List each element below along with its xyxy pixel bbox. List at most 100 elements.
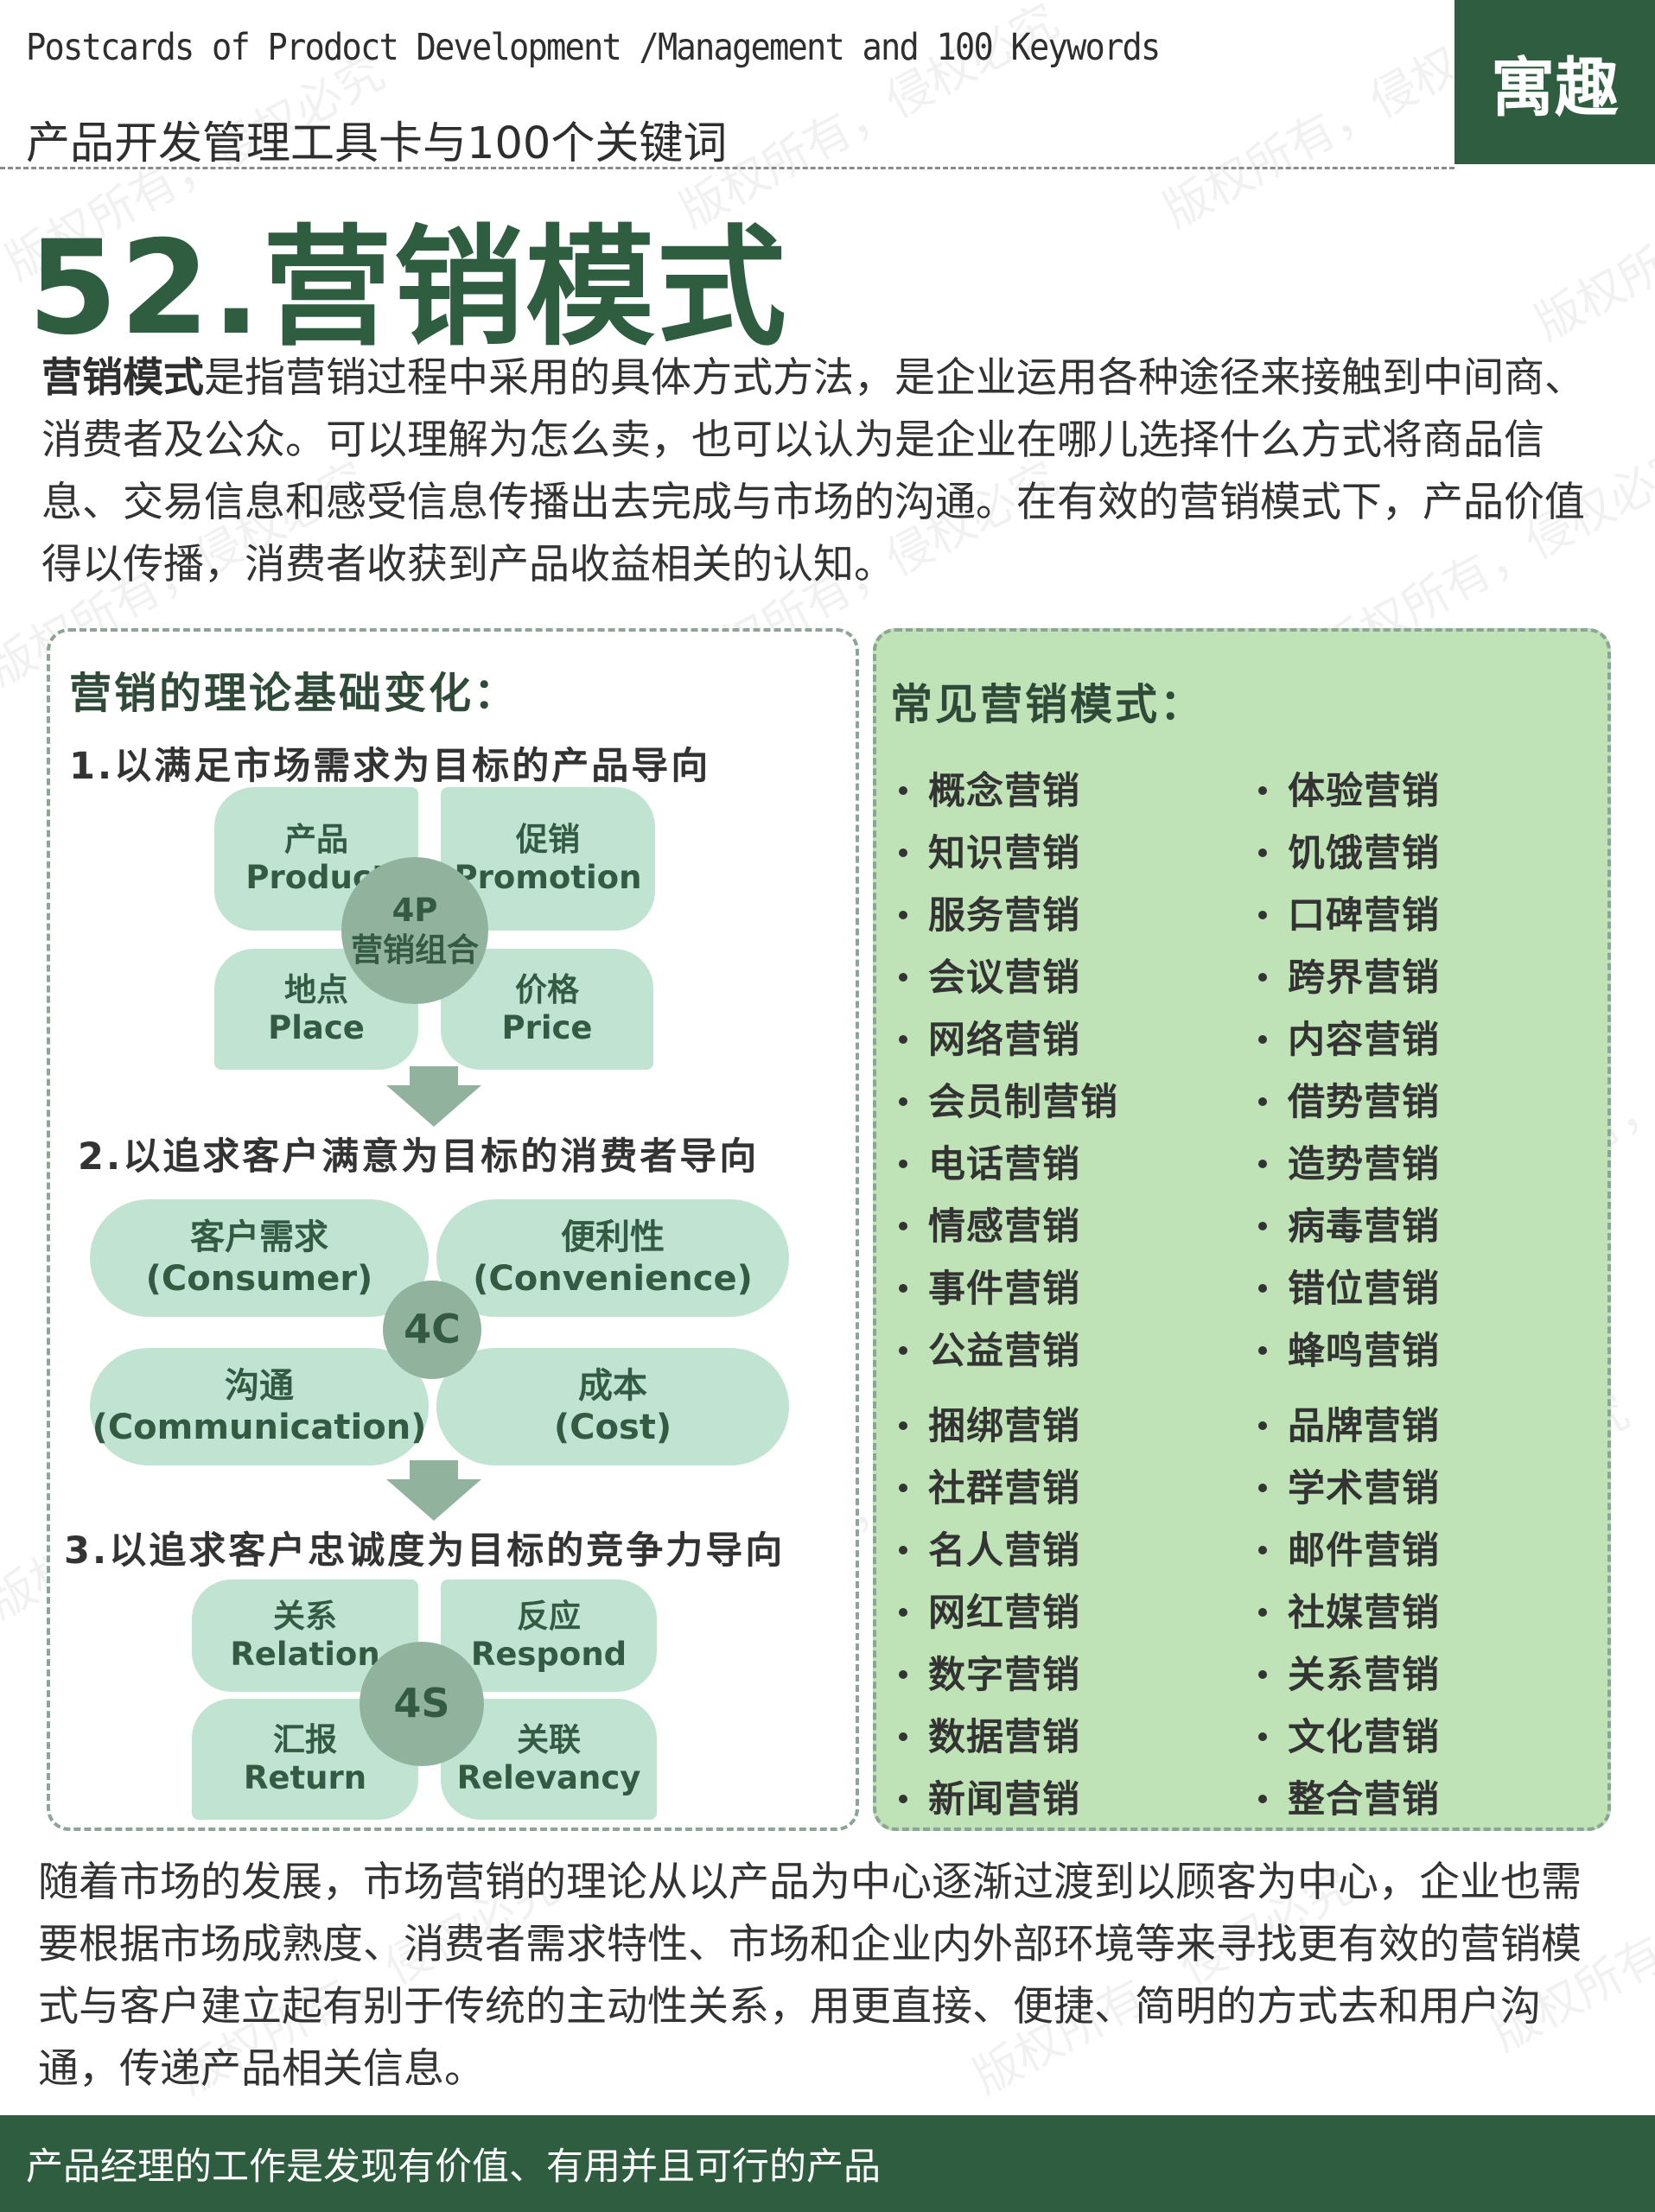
circle-label: 4C xyxy=(404,1306,461,1353)
marketing-mode-label: 病毒营销 xyxy=(1288,1205,1440,1249)
marketing-mode-label: 服务营销 xyxy=(928,894,1080,938)
bullet-icon xyxy=(1258,1221,1267,1230)
petal-label-cn: 沟通 xyxy=(225,1366,294,1406)
circle-label: 4P xyxy=(391,891,438,929)
page-title: 52.营销模式 xyxy=(28,213,788,364)
marketing-mode-item: 情感营销 xyxy=(899,1197,1080,1250)
footer-banner: 产品经理的工作是发现有价值、有用并且可行的产品 xyxy=(0,2115,1655,2212)
marketing-mode-label: 公益营销 xyxy=(928,1330,1080,1373)
petal-label-en: Place xyxy=(268,1009,365,1046)
bullet-icon xyxy=(899,1607,907,1617)
footer-slogan: 产品经理的工作是发现有价值、有用并且可行的产品 xyxy=(26,2145,881,2189)
bullet-icon xyxy=(899,1732,907,1741)
circle-sublabel: 营销组合 xyxy=(351,931,479,969)
4c-center-circle: 4C xyxy=(383,1281,481,1379)
petal-label-cn: 地点 xyxy=(284,970,348,1008)
marketing-mode-label: 借势营销 xyxy=(1288,1081,1440,1124)
marketing-mode-item: 跨界营销 xyxy=(1258,948,1440,1001)
marketing-mode-item: 饥饿营销 xyxy=(1258,823,1440,877)
marketing-mode-item: 借势营销 xyxy=(1258,1072,1440,1126)
marketing-mode-item: 概念营销 xyxy=(899,761,1080,815)
bullet-icon xyxy=(1258,1545,1267,1554)
marketing-mode-label: 整合营销 xyxy=(1288,1778,1440,1821)
marketing-mode-item: 公益营销 xyxy=(899,1321,1080,1375)
marketing-mode-item: 知识营销 xyxy=(899,823,1080,877)
marketing-mode-label: 捆绑营销 xyxy=(928,1405,1080,1448)
petal-label-cn: 促销 xyxy=(516,820,580,858)
marketing-mode-label: 造势营销 xyxy=(1288,1143,1440,1186)
marketing-mode-label: 社群营销 xyxy=(928,1467,1080,1510)
marketing-mode-item: 学术营销 xyxy=(1258,1459,1440,1512)
petal-label-cn: 关联 xyxy=(517,1720,581,1758)
marketing-mode-item: 数字营销 xyxy=(899,1645,1080,1699)
4c-communication-petal: 沟通 (Communication) xyxy=(90,1348,429,1465)
petal-label-en: (Cost) xyxy=(553,1408,672,1447)
marketing-mode-label: 会议营销 xyxy=(928,957,1080,1000)
marketing-mode-item: 会议营销 xyxy=(899,948,1080,1001)
marketing-mode-label: 体验营销 xyxy=(1288,770,1440,813)
petal-label-en: Relation xyxy=(230,1636,380,1673)
bullet-icon xyxy=(1258,1421,1267,1430)
marketing-mode-item: 文化营销 xyxy=(1258,1707,1440,1761)
marketing-mode-label: 口碑营销 xyxy=(1288,894,1440,938)
header-divider xyxy=(0,167,1454,169)
bullet-icon xyxy=(899,848,907,857)
marketing-mode-item: 网络营销 xyxy=(899,1010,1080,1064)
bullet-icon xyxy=(899,1159,907,1168)
section-2-title: 2.以追求客户满意为目标的消费者导向 xyxy=(78,1135,760,1179)
marketing-mode-item: 造势营销 xyxy=(1258,1135,1440,1188)
marketing-mode-label: 网络营销 xyxy=(928,1019,1080,1062)
bullet-icon xyxy=(899,1794,907,1803)
marketing-mode-label: 概念营销 xyxy=(928,770,1080,813)
marketing-mode-label: 会员制营销 xyxy=(928,1081,1118,1124)
marketing-mode-item: 事件营销 xyxy=(899,1259,1080,1313)
bullet-icon xyxy=(899,1669,907,1679)
intro-text: 是指营销过程中采用的具体方式方法，是企业运用各种途径来接触到中间商、消费者及公众… xyxy=(41,354,1585,588)
marketing-mode-label: 社媒营销 xyxy=(1288,1592,1440,1635)
marketing-mode-label: 饥饿营销 xyxy=(1288,832,1440,875)
marketing-mode-label: 数字营销 xyxy=(928,1654,1080,1697)
bullet-icon xyxy=(1258,910,1267,919)
section-3-title: 3.以追求客户忠诚度为目标的竞争力导向 xyxy=(64,1529,786,1573)
bullet-icon xyxy=(899,1034,907,1044)
petal-label-cn: 便利性 xyxy=(561,1217,665,1257)
marketing-mode-item: 内容营销 xyxy=(1258,1010,1440,1064)
bullet-icon xyxy=(1258,1159,1267,1168)
arrow-stem-1 xyxy=(410,1066,458,1087)
theory-heading: 营销的理论基础变化： xyxy=(69,669,519,718)
petal-label-en: Price xyxy=(501,1009,593,1046)
marketing-mode-item: 口碑营销 xyxy=(1258,886,1440,939)
marketing-mode-item: 体验营销 xyxy=(1258,761,1440,815)
petal-label-en: Relevancy xyxy=(456,1759,641,1796)
marketing-mode-label: 错位营销 xyxy=(1288,1268,1440,1311)
marketing-mode-label: 关系营销 xyxy=(1288,1654,1440,1697)
marketing-mode-item: 邮件营销 xyxy=(1258,1521,1440,1574)
petal-label-en: (Convenience) xyxy=(473,1259,753,1299)
bullet-icon xyxy=(899,1221,907,1230)
marketing-mode-item: 服务营销 xyxy=(899,886,1080,939)
bullet-icon xyxy=(1258,1034,1267,1044)
petal-label-cn: 反应 xyxy=(517,1597,581,1635)
petal-label-en: Respond xyxy=(470,1636,627,1673)
petal-label-cn: 客户需求 xyxy=(190,1217,328,1257)
petal-label-cn: 关系 xyxy=(273,1597,337,1635)
marketing-mode-item: 名人营销 xyxy=(899,1521,1080,1574)
bullet-icon xyxy=(899,1283,907,1293)
4c-consumer-petal: 客户需求 (Consumer) xyxy=(90,1199,429,1317)
petal-label-en: Return xyxy=(243,1759,367,1796)
4c-cost-petal: 成本 (Cost) xyxy=(436,1348,789,1465)
marketing-mode-label: 事件营销 xyxy=(928,1268,1080,1311)
down-arrow-icon xyxy=(386,1085,481,1127)
marketing-mode-label: 网红营销 xyxy=(928,1592,1080,1635)
bullet-icon xyxy=(1258,1483,1267,1492)
bullet-icon xyxy=(1258,1096,1267,1106)
outro-paragraph: 随着市场的发展，市场营销的理论从以产品为中心逐渐过渡到以顾客为中心，企业也需要根… xyxy=(38,1859,1582,2093)
marketing-mode-item: 新闻营销 xyxy=(899,1770,1080,1823)
petal-label-cn: 价格 xyxy=(515,970,579,1008)
brand-logo: 寓趣 xyxy=(1454,0,1655,164)
bullet-icon xyxy=(1258,972,1267,982)
bullet-icon xyxy=(1258,1345,1267,1355)
marketing-mode-label: 学术营销 xyxy=(1288,1467,1440,1510)
4s-center-circle: 4S xyxy=(360,1642,484,1766)
marketing-mode-item: 整合营销 xyxy=(1258,1770,1440,1823)
